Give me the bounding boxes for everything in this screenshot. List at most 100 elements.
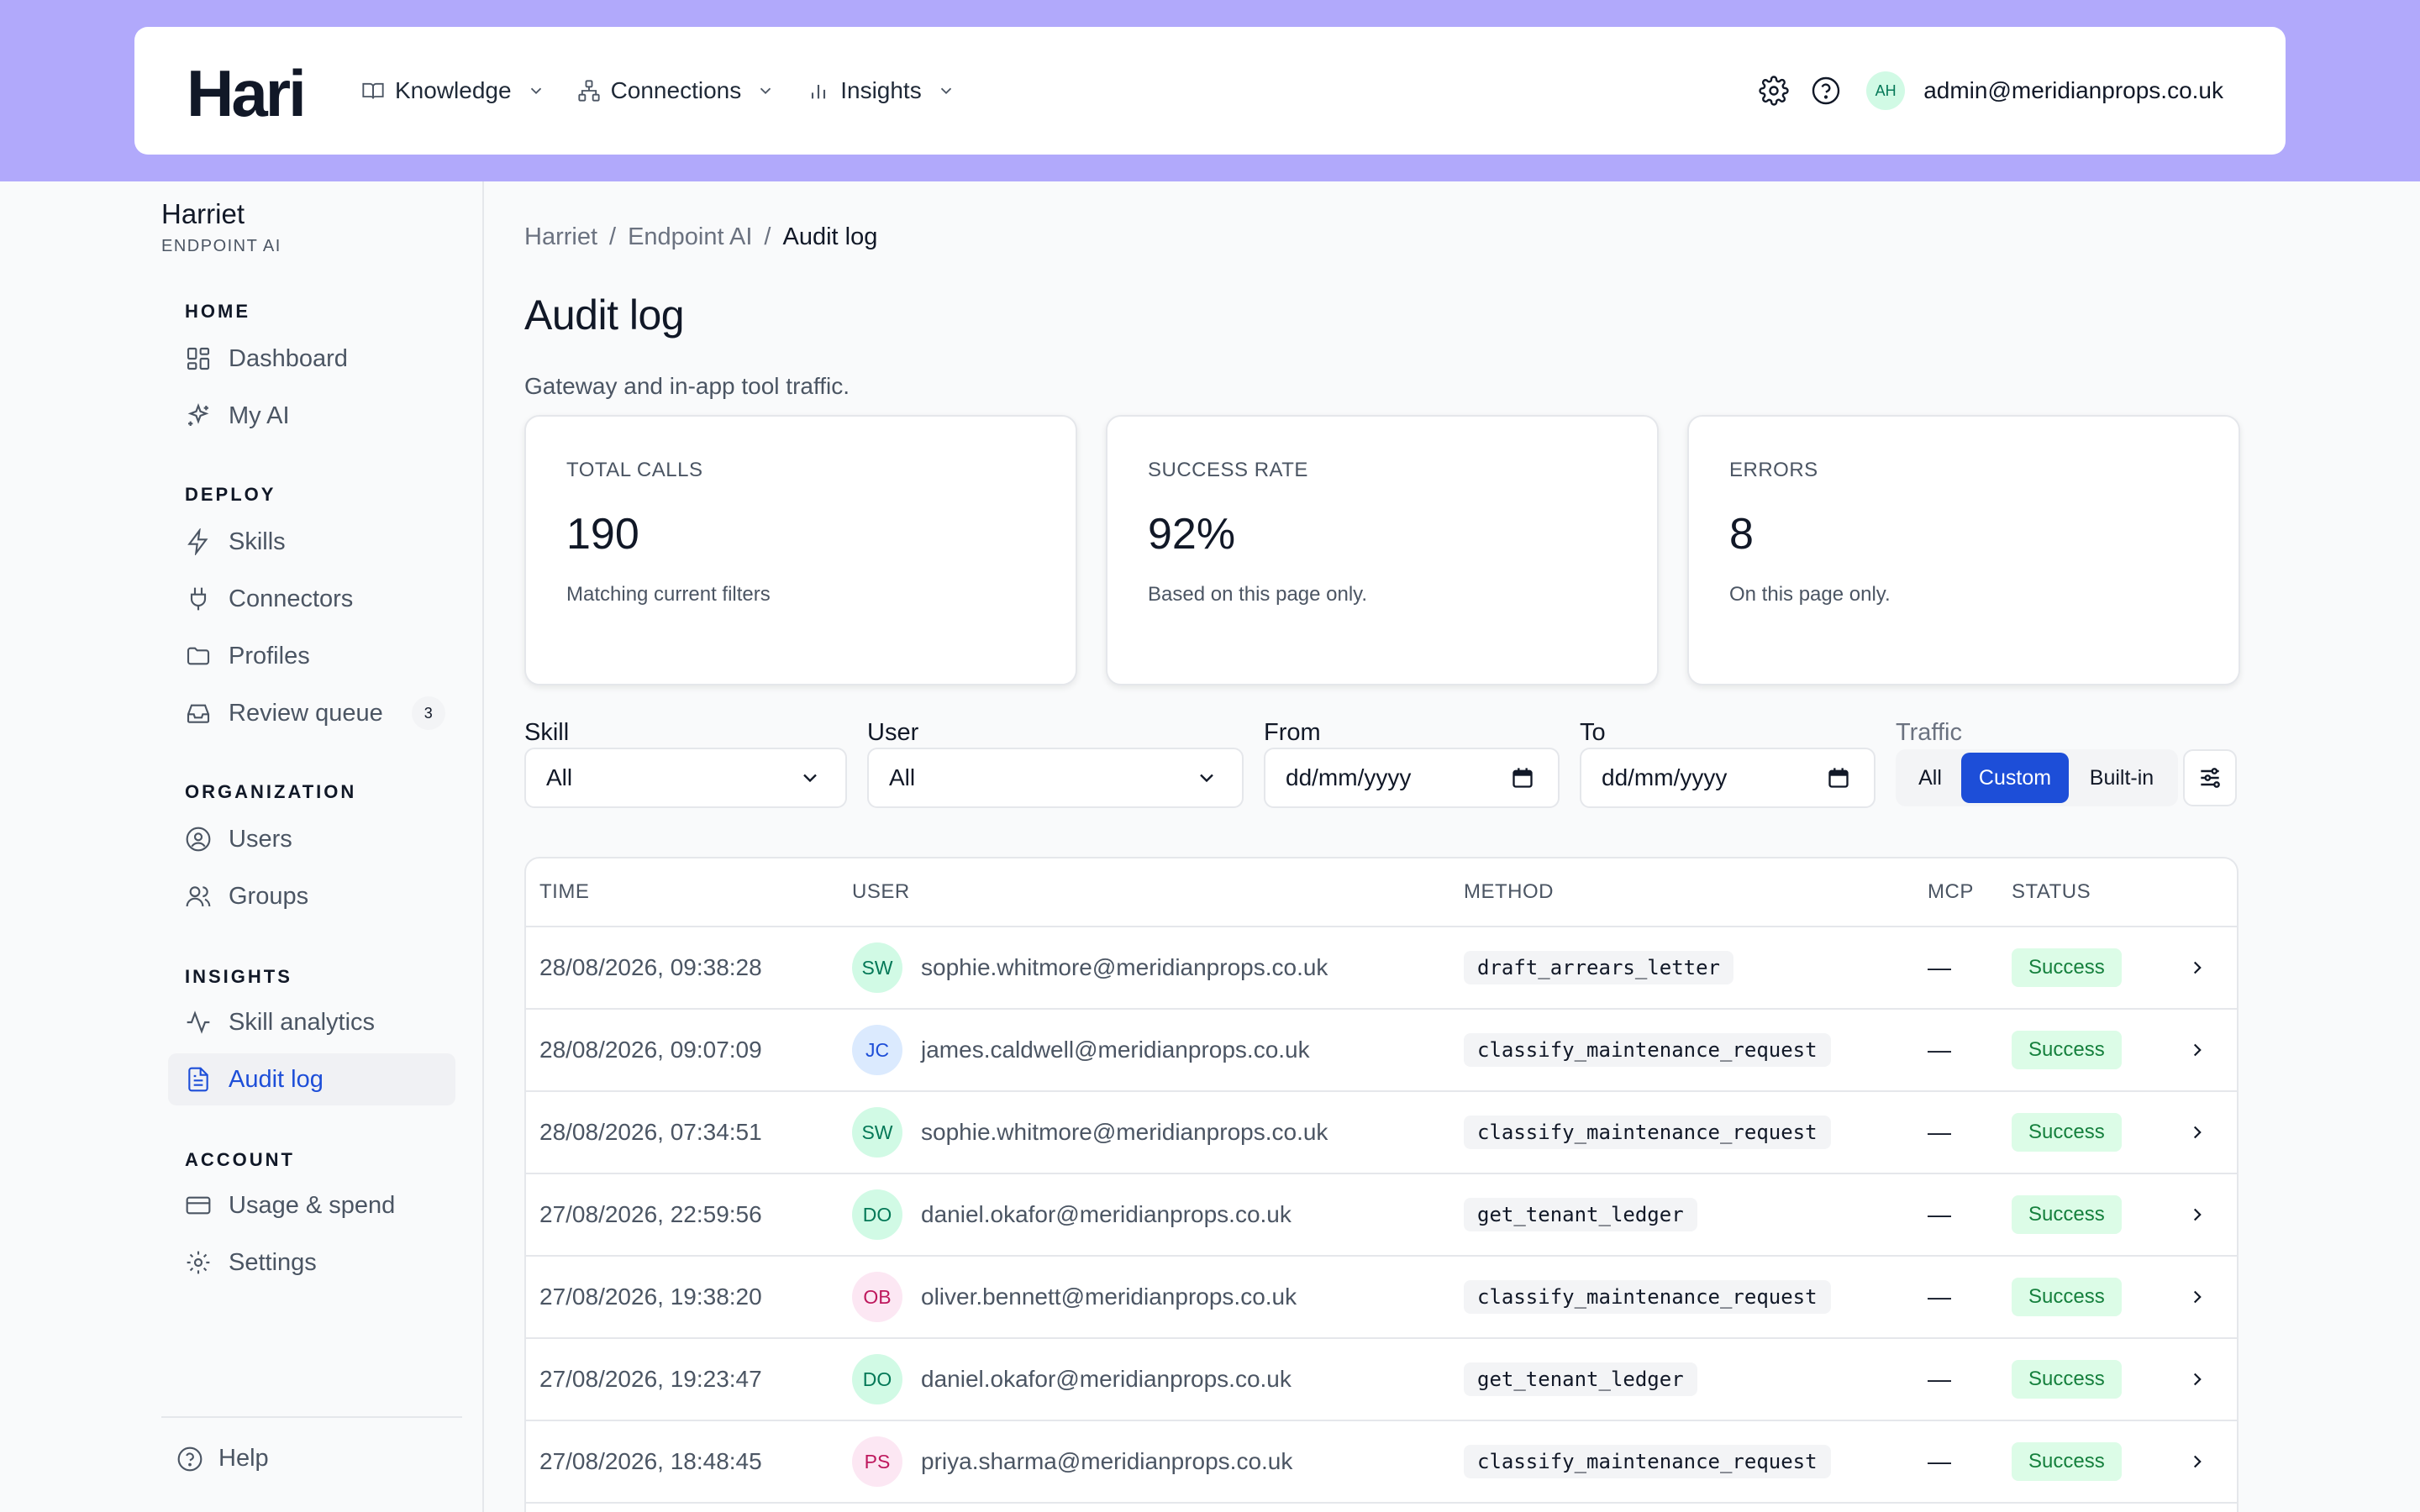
row-time: 27/08/2026, 19:38:20 bbox=[539, 1284, 762, 1310]
account-area: AH admin@meridianprops.co.uk bbox=[1757, 27, 2223, 155]
nav-insights[interactable]: Insights bbox=[807, 77, 955, 104]
inbox-icon bbox=[187, 704, 210, 723]
document-icon bbox=[188, 1067, 208, 1092]
sidebar-item-users[interactable]: Users bbox=[168, 813, 455, 865]
row-mcp: — bbox=[1928, 1037, 1951, 1063]
network-icon bbox=[577, 80, 600, 102]
sidebar-item-settings[interactable]: Settings bbox=[168, 1236, 455, 1289]
status-badge: Success bbox=[2012, 1195, 2122, 1234]
calendar-icon[interactable] bbox=[1827, 766, 1850, 790]
breadcrumb: Harriet / Endpoint AI / Audit log bbox=[524, 223, 877, 251]
sidebar-item-label: Audit log bbox=[229, 1065, 324, 1093]
table-row[interactable]: 28/08/2026, 09:38:28 SW sophie.whitmore@… bbox=[526, 927, 2237, 1010]
column-header-mcp[interactable]: MCP bbox=[1928, 880, 1974, 904]
table-row[interactable]: 28/08/2026, 07:34:51 SW sophie.whitmore@… bbox=[526, 1092, 2237, 1174]
date-placeholder: dd/mm/yyyy bbox=[1602, 764, 1728, 790]
sidebar-item-help[interactable]: Help bbox=[176, 1445, 269, 1473]
breadcrumb-item[interactable]: Harriet bbox=[524, 223, 597, 251]
traffic-filter-label: Traffic bbox=[1896, 719, 1962, 746]
method-code: classify_maintenance_request bbox=[1464, 1033, 1831, 1067]
user-select[interactable]: All bbox=[867, 748, 1244, 808]
gear-icon bbox=[1759, 76, 1789, 106]
column-header-method[interactable]: METHOD bbox=[1464, 880, 1554, 904]
chevron-right-icon bbox=[2193, 961, 2202, 974]
breadcrumb-item[interactable]: Endpoint AI bbox=[628, 223, 752, 251]
nav-connections[interactable]: Connections bbox=[577, 77, 776, 104]
breadcrumb-separator: / bbox=[764, 223, 771, 250]
help-circle-icon bbox=[1812, 76, 1840, 105]
sidebar-item-dashboard[interactable]: Dashboard bbox=[168, 333, 455, 385]
table-row[interactable]: 27/08/2026, 22:59:56 DO daniel.okafor@me… bbox=[526, 1174, 2237, 1257]
table-row[interactable]: 27/08/2026, 19:23:47 DO daniel.okafor@me… bbox=[526, 1339, 2237, 1421]
sidebar-item-profiles[interactable]: Profiles bbox=[168, 630, 455, 682]
column-settings-button[interactable] bbox=[2183, 749, 2237, 806]
chevron-right-icon bbox=[2193, 1208, 2202, 1221]
sidebar-item-skills[interactable]: Skills bbox=[168, 516, 455, 568]
sidebar-item-skill-analytics[interactable]: Skill analytics bbox=[168, 996, 455, 1048]
stat-note: Matching current filters bbox=[566, 583, 771, 606]
row-expand[interactable] bbox=[2186, 1174, 2208, 1255]
avatar: PS bbox=[852, 1436, 902, 1487]
table-row[interactable]: 27/08/2026, 18:48:45 PS priya.sharma@mer… bbox=[526, 1421, 2237, 1504]
user-email: daniel.okafor@meridianprops.co.uk bbox=[921, 1366, 1292, 1392]
row-mcp: — bbox=[1928, 1284, 1951, 1310]
nav-knowledge[interactable]: Knowledge bbox=[361, 77, 545, 104]
column-header-time[interactable]: TIME bbox=[539, 880, 589, 904]
breadcrumb-current: Audit log bbox=[782, 223, 878, 250]
chevron-down-icon bbox=[760, 87, 771, 95]
org-name: Harriet bbox=[161, 198, 245, 229]
help-button[interactable] bbox=[1809, 74, 1843, 108]
sidebar-item-audit-log[interactable]: Audit log bbox=[168, 1053, 455, 1105]
chevron-right-icon bbox=[2193, 1455, 2202, 1468]
row-expand[interactable] bbox=[2186, 1257, 2208, 1337]
from-filter-label: From bbox=[1264, 719, 1321, 746]
row-expand[interactable] bbox=[2186, 1421, 2208, 1502]
status-badge: Success bbox=[2012, 1031, 2122, 1069]
chevron-right-icon bbox=[2193, 1043, 2202, 1057]
row-expand[interactable] bbox=[2186, 1010, 2208, 1090]
traffic-option-all[interactable]: All bbox=[1899, 753, 1961, 803]
skill-select[interactable]: All bbox=[524, 748, 847, 808]
sidebar-item-connectors[interactable]: Connectors bbox=[168, 573, 455, 625]
user-email: oliver.bennett@meridianprops.co.uk bbox=[921, 1284, 1297, 1310]
row-expand[interactable] bbox=[2186, 1092, 2208, 1173]
row-method: get_tenant_ledger bbox=[1464, 1339, 1697, 1420]
table-row[interactable]: 27/08/2026, 19:38:20 OB oliver.bennett@m… bbox=[526, 1257, 2237, 1339]
user-email: sophie.whitmore@meridianprops.co.uk bbox=[921, 1119, 1328, 1145]
chevron-down-icon bbox=[803, 774, 817, 783]
row-status: Success bbox=[2012, 1092, 2122, 1173]
section-account: ACCOUNT bbox=[185, 1149, 295, 1170]
logo[interactable]: Hari bbox=[187, 55, 307, 132]
settings-button[interactable] bbox=[1757, 74, 1791, 108]
row-expand[interactable] bbox=[2186, 927, 2208, 1008]
sidebar-item-my-ai[interactable]: My AI bbox=[168, 390, 455, 442]
sidebar-item-label: Users bbox=[229, 825, 292, 853]
skill-filter-label: Skill bbox=[524, 719, 570, 746]
traffic-option-built-in[interactable]: Built-in bbox=[2069, 753, 2175, 803]
stat-label: ERRORS bbox=[1729, 459, 1818, 481]
column-header-user[interactable]: USER bbox=[852, 880, 910, 904]
users-icon bbox=[186, 886, 211, 907]
row-status: Success bbox=[2012, 927, 2122, 1008]
stat-label: SUCCESS RATE bbox=[1148, 459, 1308, 481]
grid-icon bbox=[187, 347, 210, 370]
user-email: daniel.okafor@meridianprops.co.uk bbox=[921, 1201, 1292, 1227]
row-mcp: — bbox=[1928, 1366, 1951, 1392]
user-email: priya.sharma@meridianprops.co.uk bbox=[921, 1448, 1293, 1474]
sidebar-item-label: Skills bbox=[229, 528, 286, 555]
traffic-option-custom[interactable]: Custom bbox=[1961, 753, 2069, 803]
sidebar-item-groups[interactable]: Groups bbox=[168, 870, 455, 922]
avatar[interactable]: AH bbox=[1866, 71, 1906, 110]
sidebar-item-review-queue[interactable]: Review queue 3 bbox=[168, 687, 455, 739]
stat-label: TOTAL CALLS bbox=[566, 459, 703, 481]
help-circle-icon bbox=[177, 1446, 203, 1471]
table-row[interactable]: 28/08/2026, 09:07:09 JC james.caldwell@m… bbox=[526, 1010, 2237, 1092]
column-header-status[interactable]: STATUS bbox=[2012, 880, 2091, 904]
stat-cards: TOTAL CALLS 190 Matching current filters… bbox=[524, 415, 2240, 685]
row-expand[interactable] bbox=[2186, 1339, 2208, 1420]
to-date-input[interactable]: dd/mm/yyyy bbox=[1580, 748, 1876, 808]
calendar-icon[interactable] bbox=[1511, 766, 1534, 790]
from-date-input[interactable]: dd/mm/yyyy bbox=[1264, 748, 1560, 808]
account-email[interactable]: admin@meridianprops.co.uk bbox=[1923, 77, 2223, 104]
sidebar-item-usage-spend[interactable]: Usage & spend bbox=[168, 1179, 455, 1231]
